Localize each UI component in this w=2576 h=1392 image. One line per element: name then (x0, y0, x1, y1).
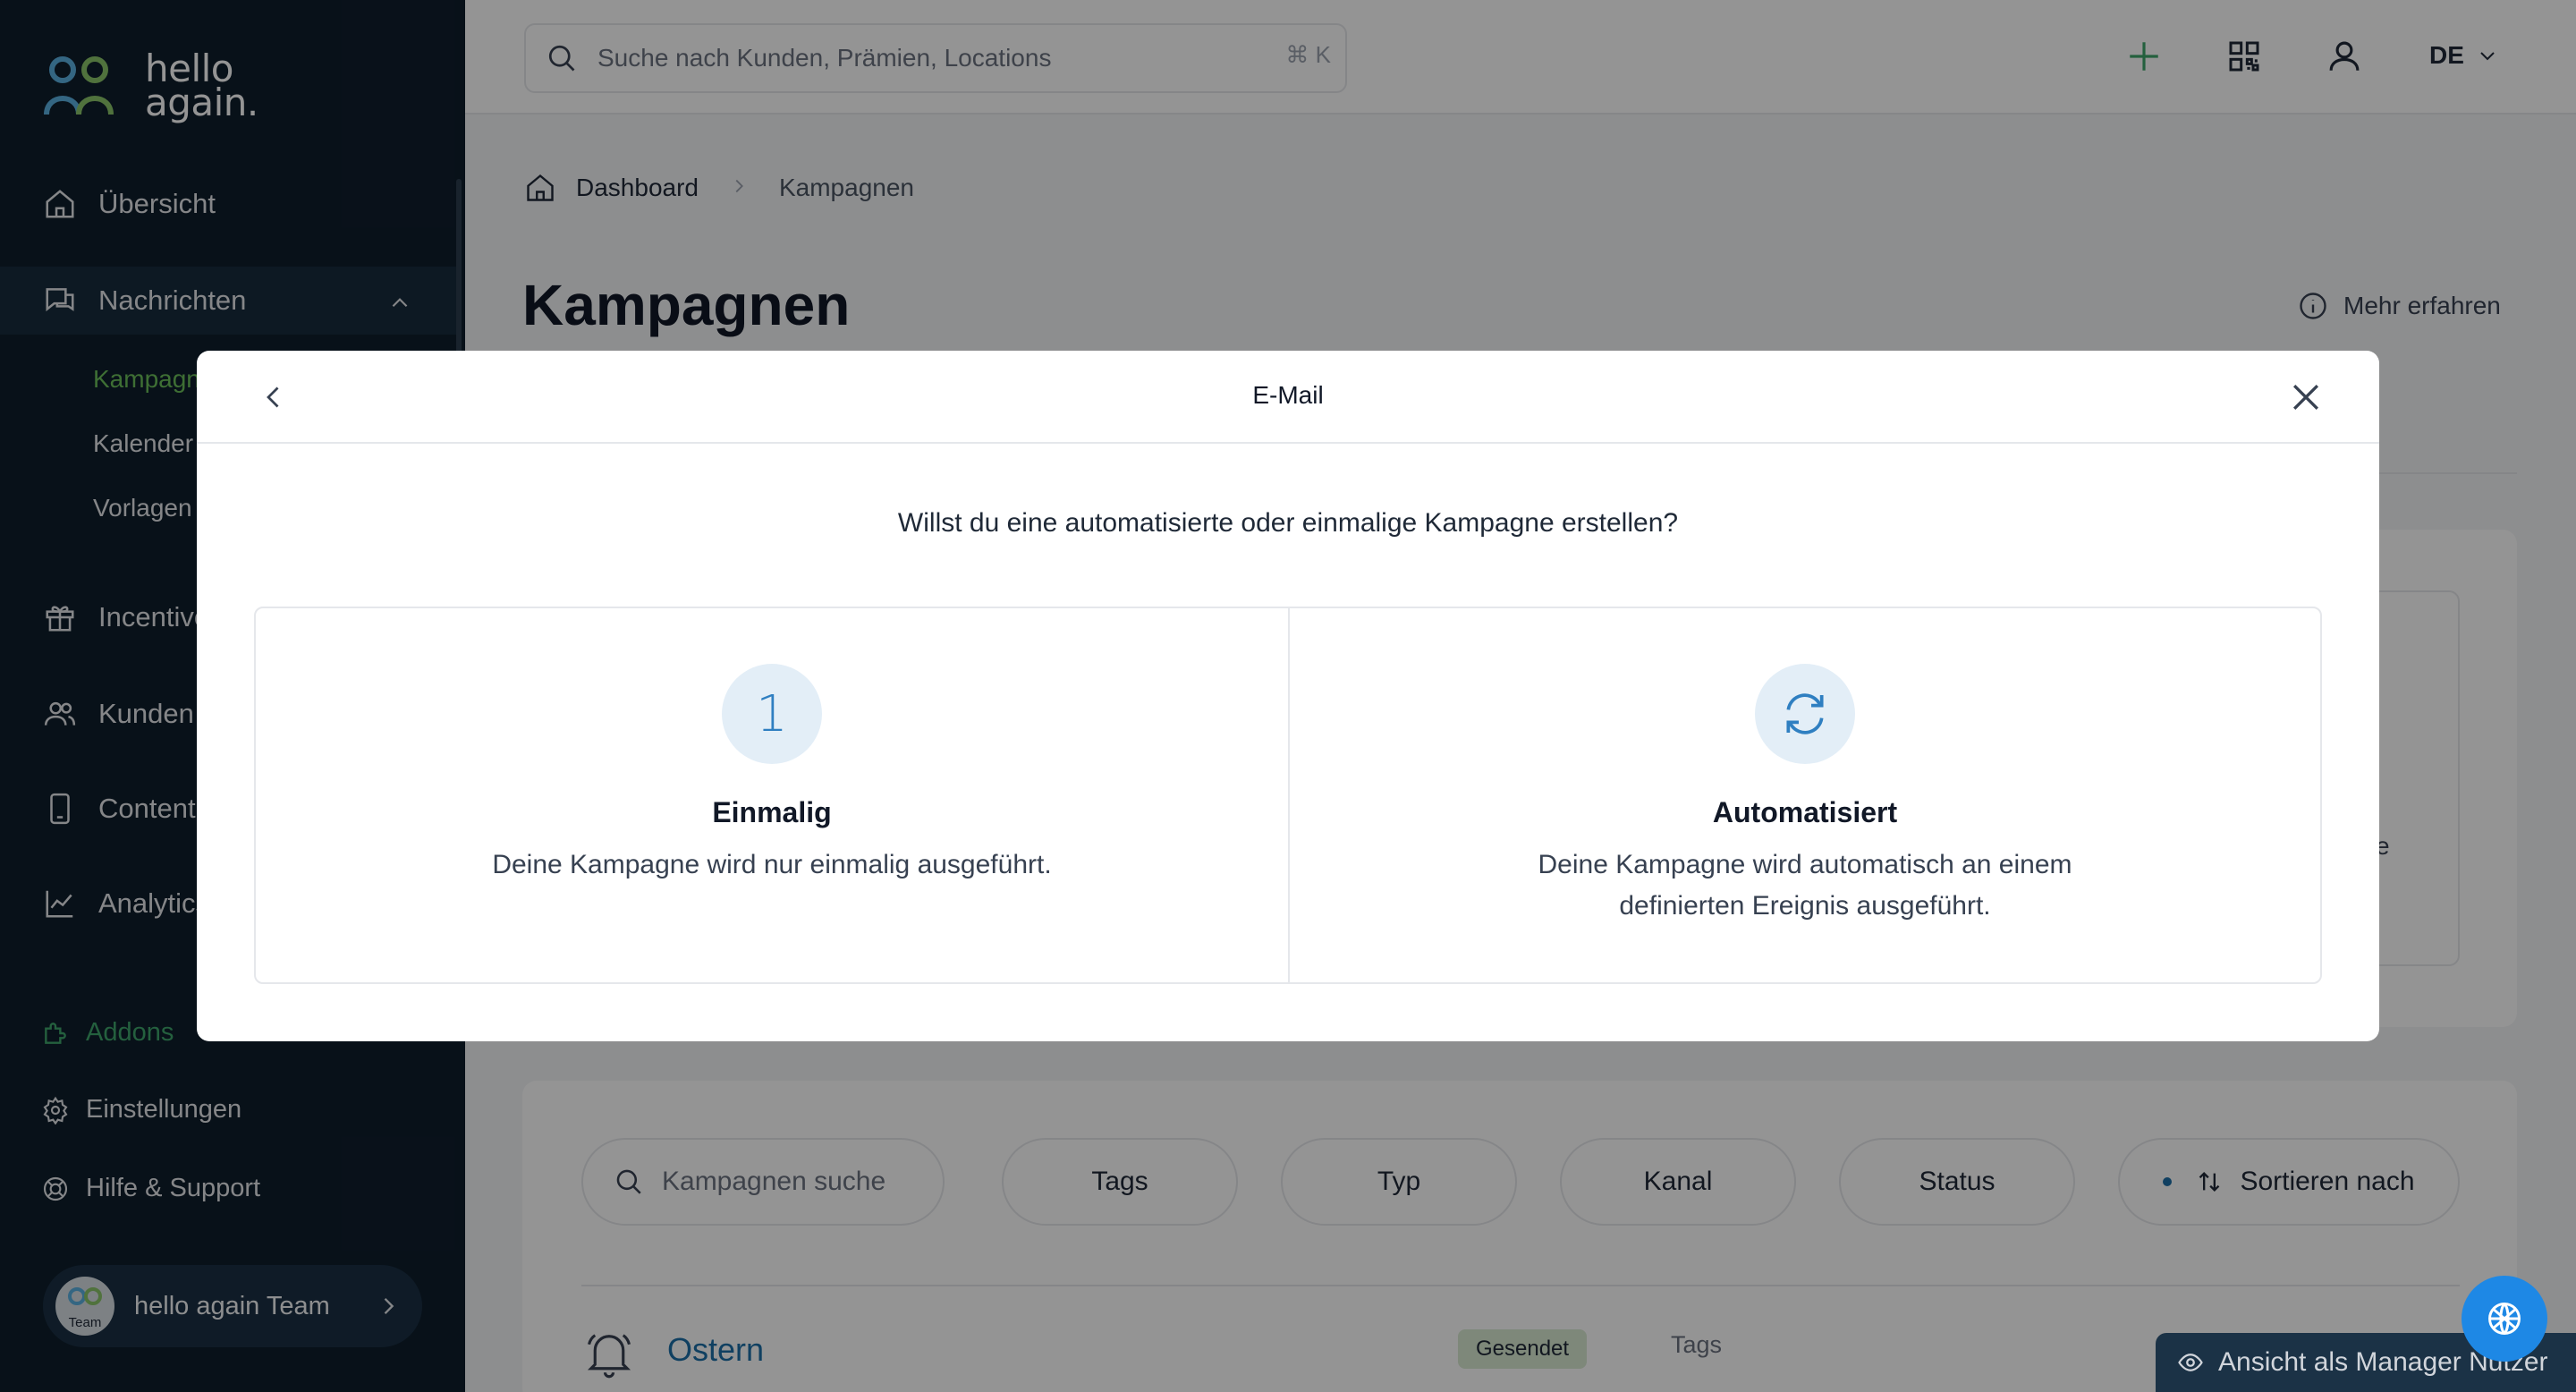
option-title: Automatisiert (1712, 796, 1898, 828)
help-chat-button[interactable] (2462, 1276, 2547, 1362)
modal-header: E-Mail (197, 351, 2379, 444)
option-one-time[interactable]: 1 Einmalig Deine Kampagne wird nur einma… (256, 608, 1288, 982)
number-one-icon: 1 (722, 664, 822, 764)
option-title: Einmalig (712, 796, 832, 828)
eye-icon (2177, 1349, 2204, 1376)
option-automated[interactable]: Automatisiert Deine Kampagne wird automa… (1288, 608, 2320, 982)
modal-question: Willst du eine automatisierte oder einma… (897, 508, 1679, 538)
modal-title: E-Mail (1252, 381, 1324, 409)
number-one-label: 1 (756, 684, 788, 743)
campaign-type-modal: E-Mail Willst du eine automatisierte ode… (197, 351, 2379, 1041)
option-description: Deine Kampagne wird automatisch an einem… (1538, 850, 2072, 921)
globe-icon (2488, 1303, 2521, 1335)
option-description: Deine Kampagne wird nur einmalig ausgefü… (492, 850, 1052, 879)
close-icon[interactable] (2286, 378, 2326, 417)
campaign-type-options: 1 Einmalig Deine Kampagne wird nur einma… (254, 607, 2322, 984)
refresh-icon (1755, 664, 1855, 764)
